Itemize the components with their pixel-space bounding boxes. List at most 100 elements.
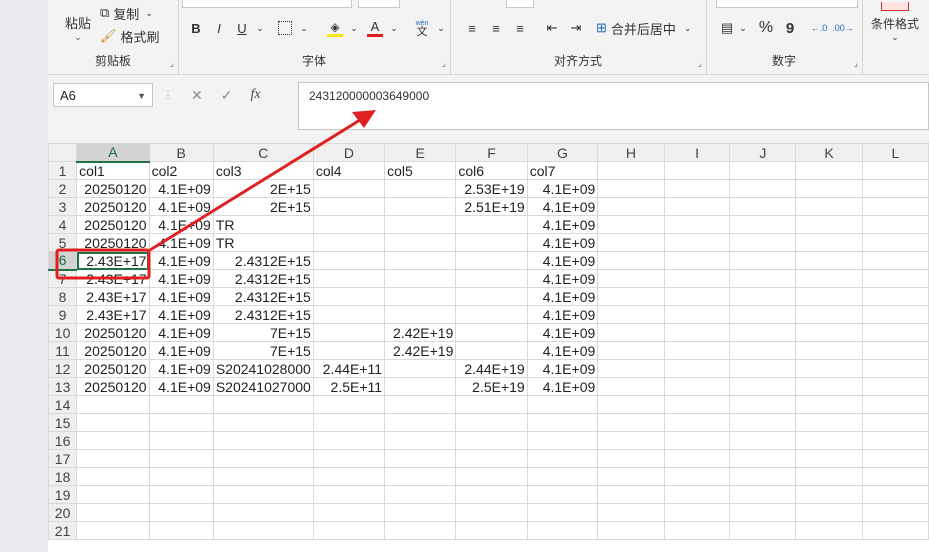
cell[interactable] — [597, 341, 665, 360]
cell[interactable]: 4.1E+09 — [148, 341, 214, 360]
cell[interactable]: col3 — [212, 161, 314, 180]
cell[interactable] — [663, 323, 731, 342]
cell[interactable]: 2.5E+11 — [312, 377, 386, 396]
row-header[interactable]: 18 — [48, 467, 78, 486]
cancel-icon[interactable]: ✕ — [191, 87, 203, 104]
cell[interactable] — [861, 521, 929, 540]
phonetic-button[interactable]: wén 文 — [410, 16, 434, 40]
cell[interactable] — [526, 521, 599, 540]
cell[interactable] — [861, 413, 929, 432]
cell[interactable]: 20250120 — [76, 359, 150, 378]
row-header[interactable]: 20 — [48, 503, 78, 522]
cell[interactable]: 4.1E+09 — [148, 233, 214, 252]
cell[interactable] — [212, 395, 314, 414]
cell[interactable] — [861, 341, 929, 360]
cell[interactable]: col7 — [526, 161, 599, 180]
cell[interactable] — [597, 485, 665, 504]
wrap-text-button[interactable] — [506, 0, 534, 8]
cell[interactable] — [312, 233, 386, 252]
cell[interactable] — [663, 395, 731, 414]
cell[interactable] — [597, 431, 665, 450]
copy-button[interactable]: ⧉ 复制 ⌄ — [100, 4, 153, 22]
row-header[interactable]: 11 — [48, 341, 78, 360]
formula-input[interactable]: 243120000003649000 — [298, 82, 929, 130]
cell[interactable] — [76, 467, 150, 486]
cell[interactable]: TR — [212, 233, 314, 252]
cell[interactable] — [597, 413, 665, 432]
cell[interactable] — [312, 413, 386, 432]
cell[interactable]: 2E+15 — [212, 197, 314, 216]
row-header[interactable]: 17 — [48, 449, 78, 468]
cell[interactable] — [795, 305, 863, 324]
row-header[interactable]: 9 — [48, 305, 78, 324]
cell[interactable]: 4.1E+09 — [148, 269, 214, 288]
cell[interactable] — [384, 503, 457, 522]
cell[interactable] — [597, 503, 665, 522]
merge-center-button[interactable]: ⊞ 合并后居中 ⌄ — [596, 18, 691, 38]
cell[interactable] — [861, 467, 929, 486]
row-header[interactable]: 14 — [48, 395, 78, 414]
cell[interactable] — [795, 323, 863, 342]
cell[interactable] — [795, 503, 863, 522]
cell[interactable]: 4.1E+09 — [148, 359, 214, 378]
cell[interactable] — [861, 197, 929, 216]
cell[interactable]: 2.43E+17 — [76, 305, 150, 324]
chevron-down-icon[interactable]: ⌄ — [298, 18, 310, 38]
cell[interactable]: 7E+15 — [212, 323, 314, 342]
increase-decimal-icon[interactable]: ←.0 — [808, 18, 830, 38]
cell[interactable] — [384, 179, 457, 198]
cell[interactable] — [76, 521, 150, 540]
cell[interactable] — [597, 251, 665, 270]
column-header[interactable]: C — [212, 143, 314, 162]
cell[interactable] — [729, 251, 797, 270]
borders-button[interactable] — [274, 18, 296, 38]
cell[interactable] — [212, 431, 314, 450]
cell[interactable] — [455, 467, 528, 486]
cell[interactable]: 4.1E+09 — [526, 377, 599, 396]
cell[interactable]: 2.43E+17 — [76, 287, 150, 306]
cell[interactable] — [729, 341, 797, 360]
cell[interactable] — [148, 521, 214, 540]
cell[interactable] — [861, 161, 929, 180]
cell[interactable]: 2.5E+19 — [455, 377, 528, 396]
row-header[interactable]: 15 — [48, 413, 78, 432]
cell[interactable] — [455, 449, 528, 468]
cell[interactable] — [795, 251, 863, 270]
cell[interactable] — [312, 287, 386, 306]
cell[interactable] — [729, 179, 797, 198]
cell[interactable] — [312, 521, 386, 540]
cell[interactable] — [597, 233, 665, 252]
cell[interactable] — [729, 377, 797, 396]
cell[interactable]: 4.1E+09 — [526, 269, 599, 288]
cell[interactable] — [148, 485, 214, 504]
cell[interactable] — [384, 395, 457, 414]
fill-color-button[interactable]: ◈ — [324, 18, 346, 38]
cell[interactable] — [597, 197, 665, 216]
format-painter-button[interactable]: 🖌 格式刷 — [100, 27, 160, 45]
conditional-format-button[interactable]: 条件格式 ⌄ — [864, 0, 926, 44]
cell[interactable] — [526, 485, 599, 504]
cell[interactable] — [861, 503, 929, 522]
cell[interactable] — [455, 431, 528, 450]
font-name-combo[interactable] — [182, 0, 352, 8]
column-header[interactable]: J — [729, 143, 797, 162]
cell[interactable] — [455, 287, 528, 306]
cell[interactable] — [729, 287, 797, 306]
cell[interactable] — [384, 233, 457, 252]
cell[interactable] — [795, 287, 863, 306]
cell[interactable] — [312, 341, 386, 360]
column-header[interactable]: K — [795, 143, 863, 162]
dialog-launcher-icon[interactable]: ⌟ — [442, 58, 446, 69]
cell[interactable]: 2.4312E+15 — [212, 269, 314, 288]
cell[interactable] — [729, 413, 797, 432]
cell[interactable] — [795, 413, 863, 432]
underline-button[interactable]: U — [232, 18, 252, 38]
decrease-decimal-icon[interactable]: .00→ — [832, 18, 854, 38]
cell[interactable] — [663, 449, 731, 468]
chevron-down-icon[interactable]: ⌄ — [388, 18, 400, 38]
cell[interactable] — [312, 215, 386, 234]
cell[interactable] — [597, 305, 665, 324]
cell[interactable] — [455, 251, 528, 270]
cell[interactable] — [663, 431, 731, 450]
cell[interactable]: 4.1E+09 — [526, 323, 599, 342]
